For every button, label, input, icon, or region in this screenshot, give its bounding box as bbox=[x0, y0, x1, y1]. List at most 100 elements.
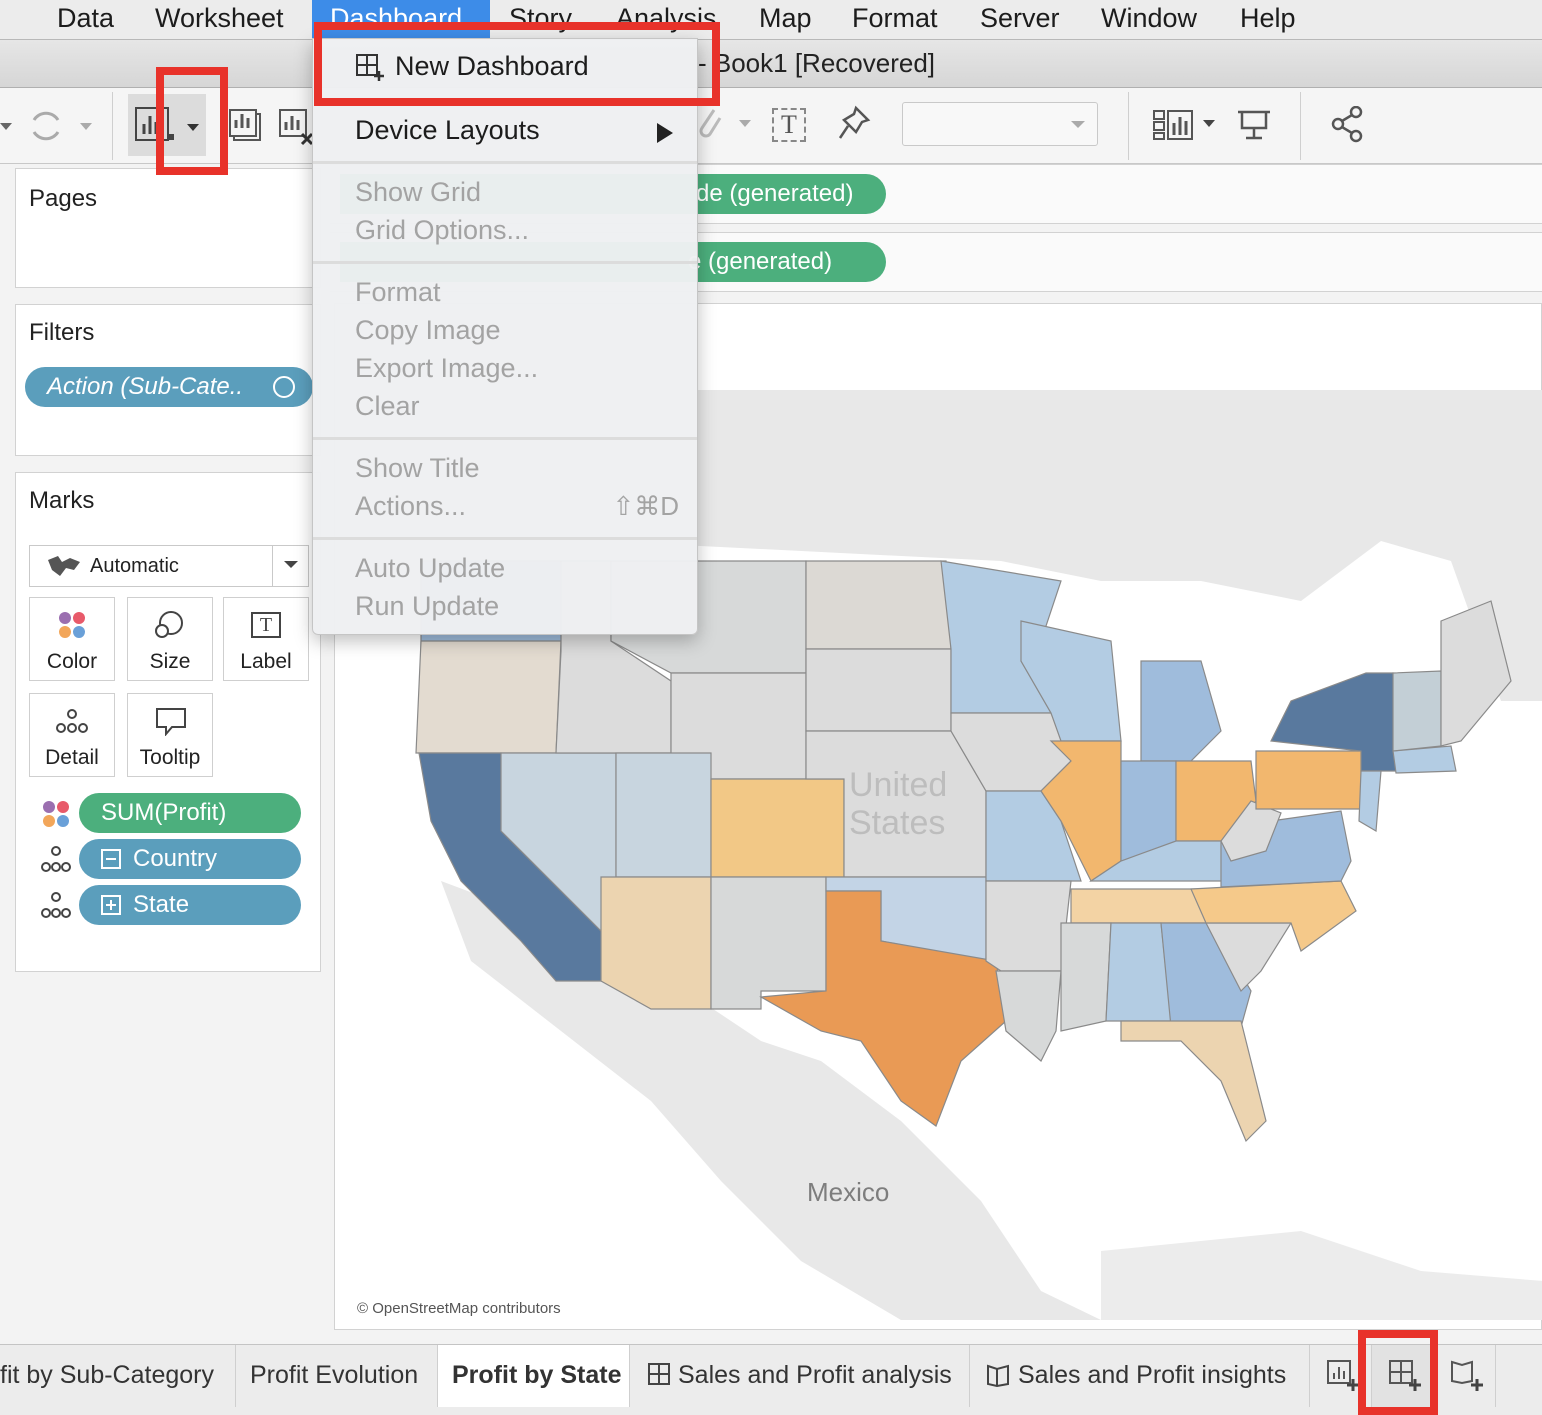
left-side-panels: Pages Filters Action (Sub-Cate.. Marks A… bbox=[0, 164, 322, 1344]
filters-card[interactable]: Filters Action (Sub-Cate.. bbox=[15, 304, 321, 456]
tooltip-bubble-icon bbox=[156, 708, 186, 736]
clear-sheet-icon[interactable] bbox=[278, 106, 314, 146]
menu-help[interactable]: Help bbox=[1240, 0, 1296, 38]
highlight-new-dashboard-tab bbox=[1358, 1330, 1438, 1415]
state-oregon[interactable] bbox=[415, 640, 562, 754]
collapse-icon[interactable] bbox=[101, 849, 121, 869]
menu-data[interactable]: Data bbox=[57, 0, 114, 38]
new-story-tab-button[interactable] bbox=[1434, 1345, 1496, 1407]
highlight-new-sheet-dropdown bbox=[156, 67, 228, 175]
duplicate-sheet-icon[interactable] bbox=[226, 106, 262, 142]
state-mississippi[interactable] bbox=[1060, 922, 1112, 1032]
menu-item-auto-update[interactable]: Auto Update bbox=[355, 553, 505, 584]
new-story-plus-icon bbox=[1451, 1360, 1483, 1391]
menu-item-format[interactable]: Format bbox=[355, 277, 441, 308]
state-alabama[interactable] bbox=[1105, 922, 1172, 1022]
label-label: Label bbox=[240, 650, 292, 673]
detail-label: Detail bbox=[45, 746, 99, 769]
menu-item-show-title[interactable]: Show Title bbox=[355, 453, 480, 484]
map-attribution[interactable]: © OpenStreetMap contributors bbox=[357, 1300, 561, 1317]
detail-mark-button[interactable]: Detail bbox=[29, 693, 115, 777]
toolbar-dropdown-arrow-icon[interactable] bbox=[0, 114, 14, 138]
mark-type-select[interactable]: Automatic bbox=[29, 545, 309, 587]
menu-item-grid-options[interactable]: Grid Options... bbox=[355, 215, 529, 246]
state-vermont-nh[interactable] bbox=[1392, 670, 1442, 752]
window-title-bar: - Book1 [Recovered] bbox=[0, 40, 1542, 88]
dashboard-menu-dropdown: New Dashboard Device Layouts Show Grid G… bbox=[312, 38, 698, 635]
state-new-mexico[interactable] bbox=[710, 876, 827, 1010]
menu-map[interactable]: Map bbox=[759, 0, 812, 38]
tab-profit-by-state[interactable]: Profit by State bbox=[438, 1345, 630, 1407]
tooltip-mark-button[interactable]: Tooltip bbox=[127, 693, 213, 777]
share-icon[interactable] bbox=[1330, 106, 1366, 146]
pin-icon[interactable] bbox=[836, 104, 872, 144]
menu-item-clear[interactable]: Clear bbox=[355, 391, 420, 422]
menu-item-run-update[interactable]: Run Update bbox=[355, 591, 499, 622]
refresh-icon[interactable] bbox=[26, 106, 66, 146]
map-mark-icon bbox=[48, 556, 80, 576]
text-label-icon[interactable]: T bbox=[772, 108, 806, 142]
tab-profit-by-sub-category[interactable]: fit by Sub-Category bbox=[0, 1345, 236, 1407]
size-mark-button[interactable]: Size bbox=[127, 597, 213, 681]
attach-dropdown-arrow-icon[interactable] bbox=[738, 116, 752, 130]
menu-format[interactable]: Format bbox=[852, 0, 938, 38]
toolbar-separator bbox=[1300, 92, 1301, 160]
sheet-tab-bar: fit by Sub-Category Profit Evolution Pro… bbox=[0, 1344, 1542, 1415]
state-south-dakota[interactable] bbox=[805, 648, 952, 732]
state-north-dakota[interactable] bbox=[805, 560, 952, 650]
toolbar-separator bbox=[112, 92, 113, 160]
expand-icon[interactable] bbox=[101, 895, 121, 915]
pill-state[interactable]: State bbox=[79, 885, 301, 925]
state-arizona[interactable] bbox=[600, 876, 712, 1010]
filters-title: Filters bbox=[29, 319, 95, 346]
pill-country[interactable]: Country bbox=[79, 839, 301, 879]
refresh-dropdown-arrow-icon[interactable] bbox=[80, 114, 94, 138]
show-me-dropdown-arrow-icon[interactable] bbox=[1202, 116, 1216, 130]
color-mark-button[interactable]: Color bbox=[29, 597, 115, 681]
latitude-pill-label: e (generated) bbox=[688, 248, 833, 275]
menu-separator bbox=[313, 161, 697, 164]
filter-pill-action[interactable]: Action (Sub-Cate.. bbox=[25, 367, 313, 407]
menu-item-export-image[interactable]: Export Image... bbox=[355, 353, 538, 384]
menu-item-show-grid[interactable]: Show Grid bbox=[355, 177, 481, 208]
menu-worksheet[interactable]: Worksheet bbox=[155, 0, 284, 38]
attach-icon[interactable] bbox=[694, 104, 724, 144]
marks-card: Marks Automatic Color Size T Label Detai… bbox=[15, 472, 321, 972]
state-utah[interactable] bbox=[615, 752, 712, 878]
tab-profit-evolution[interactable]: Profit Evolution bbox=[236, 1345, 438, 1407]
label-t-icon: T bbox=[251, 612, 281, 638]
state-arkansas[interactable] bbox=[985, 880, 1072, 972]
menu-item-device-layouts[interactable]: Device Layouts bbox=[355, 115, 540, 146]
menu-item-copy-image[interactable]: Copy Image bbox=[355, 315, 501, 346]
filter-pill-label: Action (Sub-Cate.. bbox=[47, 373, 244, 400]
submenu-arrow-icon bbox=[657, 123, 673, 143]
color-dots-icon bbox=[43, 801, 69, 827]
size-circles-icon bbox=[155, 611, 183, 638]
size-label: Size bbox=[149, 650, 191, 673]
dashboard-icon bbox=[648, 1363, 670, 1385]
pill-sum-profit[interactable]: SUM(Profit) bbox=[79, 793, 301, 833]
pages-card[interactable]: Pages bbox=[15, 168, 321, 288]
presentation-mode-icon[interactable] bbox=[1236, 106, 1272, 146]
map-label-mexico: Mexico bbox=[807, 1177, 889, 1207]
chevron-down-icon[interactable] bbox=[272, 546, 308, 586]
color-dots-icon bbox=[59, 612, 85, 638]
fit-dropdown[interactable] bbox=[902, 102, 1098, 146]
menu-window[interactable]: Window bbox=[1101, 0, 1197, 38]
map-label-united: United bbox=[849, 766, 947, 804]
state-colorado[interactable] bbox=[710, 778, 845, 878]
tab-sales-and-profit-insights[interactable]: Sales and Profit insights bbox=[970, 1345, 1310, 1407]
menu-item-actions[interactable]: Actions... bbox=[355, 491, 466, 522]
tab-sales-and-profit-analysis[interactable]: Sales and Profit analysis bbox=[630, 1345, 970, 1407]
show-me-icon[interactable] bbox=[1152, 108, 1198, 142]
color-label: Color bbox=[46, 650, 98, 673]
state-pennsylvania[interactable] bbox=[1255, 750, 1367, 810]
label-mark-button[interactable]: T Label bbox=[223, 597, 309, 681]
menu-bar: Data Worksheet Dashboard Story Analysis … bbox=[0, 0, 1542, 40]
menu-server[interactable]: Server bbox=[980, 0, 1060, 38]
tab-sales-and-profit-insights-label: Sales and Profit insights bbox=[1018, 1361, 1287, 1389]
highlight-new-dashboard bbox=[314, 22, 720, 106]
action-link-icon bbox=[273, 376, 295, 398]
tab-sales-and-profit-analysis-label: Sales and Profit analysis bbox=[678, 1361, 952, 1389]
pill-country-label: Country bbox=[133, 845, 218, 872]
